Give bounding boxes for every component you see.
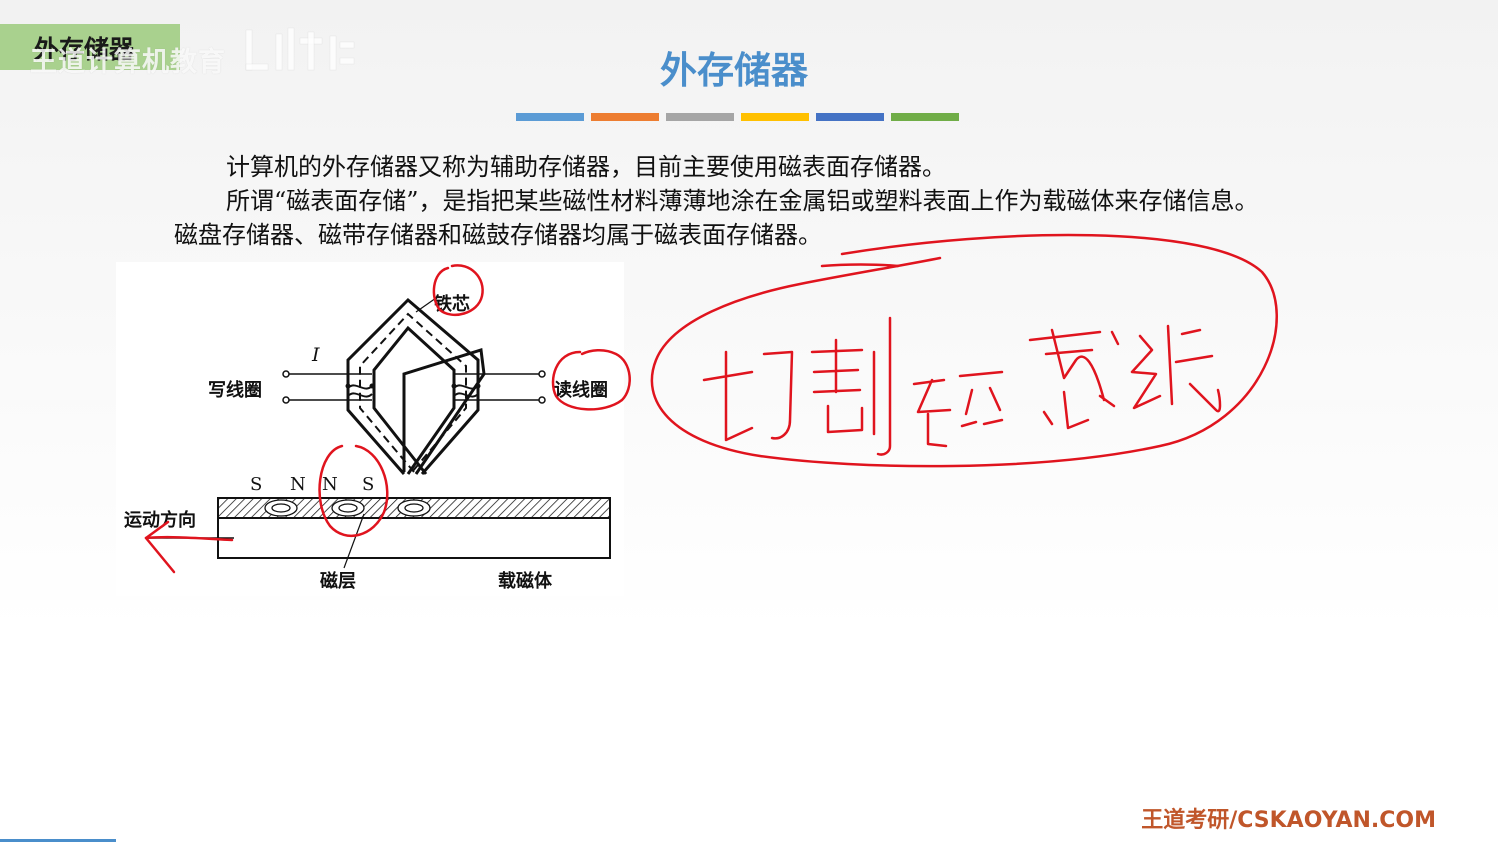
note-glyph-3 (912, 370, 1004, 448)
footer-brand: 王道考研/CSKAOYAN.COM (1141, 808, 1436, 833)
arrow-shaft (144, 535, 234, 542)
iron-core-circle (432, 264, 484, 316)
pole-circle (318, 444, 389, 537)
note-glyph-4 (1028, 328, 1120, 430)
note-glyph-1 (702, 350, 794, 442)
read-coil-circle (551, 349, 631, 411)
underline-stroke (820, 263, 900, 268)
arrow-head (144, 520, 176, 574)
note-glyph-5 (1130, 324, 1222, 413)
note-glyph-2 (810, 316, 892, 456)
handwritten-annotations (144, 233, 1278, 574)
